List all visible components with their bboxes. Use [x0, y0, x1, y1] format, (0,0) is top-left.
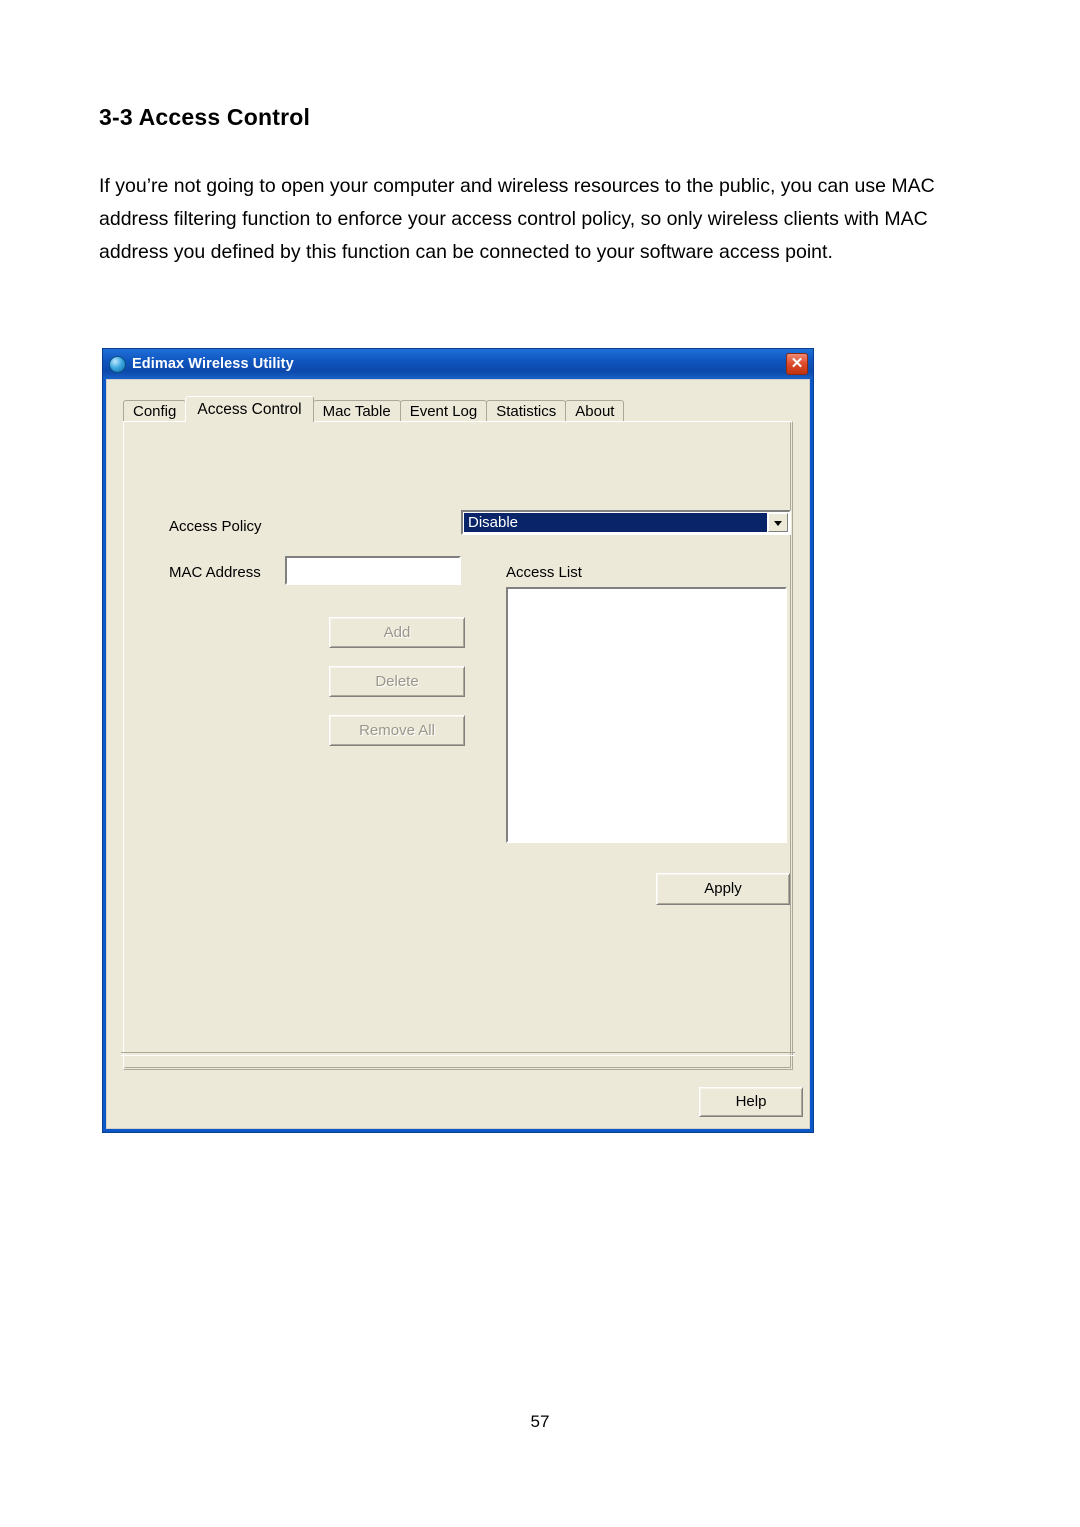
tab-statistics[interactable]: Statistics: [486, 400, 567, 422]
tab-access-control[interactable]: Access Control: [185, 396, 314, 422]
edimax-wireless-utility-window: Edimax Wireless Utility ✕ Config Access …: [102, 348, 814, 1133]
access-list-listbox[interactable]: [506, 587, 787, 843]
access-policy-value: Disable: [464, 513, 767, 532]
tab-config[interactable]: Config: [123, 400, 187, 422]
close-icon[interactable]: ✕: [786, 353, 808, 375]
apply-button[interactable]: Apply: [656, 873, 790, 905]
body-paragraph: If you’re not going to open your compute…: [99, 175, 935, 263]
access-policy-label: Access Policy: [169, 518, 262, 535]
mac-address-input[interactable]: [285, 556, 461, 585]
delete-button[interactable]: Delete: [329, 666, 465, 697]
app-icon: [109, 355, 126, 373]
page-number: 57: [530, 1412, 550, 1431]
access-list-label: Access List: [506, 564, 582, 581]
tab-event-log[interactable]: Event Log: [399, 400, 488, 422]
access-policy-select[interactable]: Disable: [461, 510, 791, 535]
help-button[interactable]: Help: [699, 1087, 803, 1117]
tabstrip: Config Access Control Mac Table Event Lo…: [123, 396, 625, 422]
chevron-down-icon[interactable]: [768, 513, 788, 532]
window-title: Edimax Wireless Utility: [132, 356, 294, 372]
mac-address-label: MAC Address: [169, 564, 261, 581]
remove-all-button[interactable]: Remove All: [329, 715, 465, 746]
window-body: Config Access Control Mac Table Event Lo…: [106, 379, 810, 1129]
add-button[interactable]: Add: [329, 617, 465, 648]
tab-mac-table[interactable]: Mac Table: [312, 400, 401, 422]
tab-about[interactable]: About: [565, 400, 625, 422]
access-control-panel: Access Policy Disable MAC Address Access…: [123, 421, 793, 1070]
panel-inner-border: Access Policy Disable MAC Address Access…: [124, 422, 791, 1068]
window-titlebar: Edimax Wireless Utility ✕: [103, 349, 813, 379]
page-title: 3-3 Access Control: [99, 104, 311, 130]
footer-divider: [121, 1052, 795, 1056]
